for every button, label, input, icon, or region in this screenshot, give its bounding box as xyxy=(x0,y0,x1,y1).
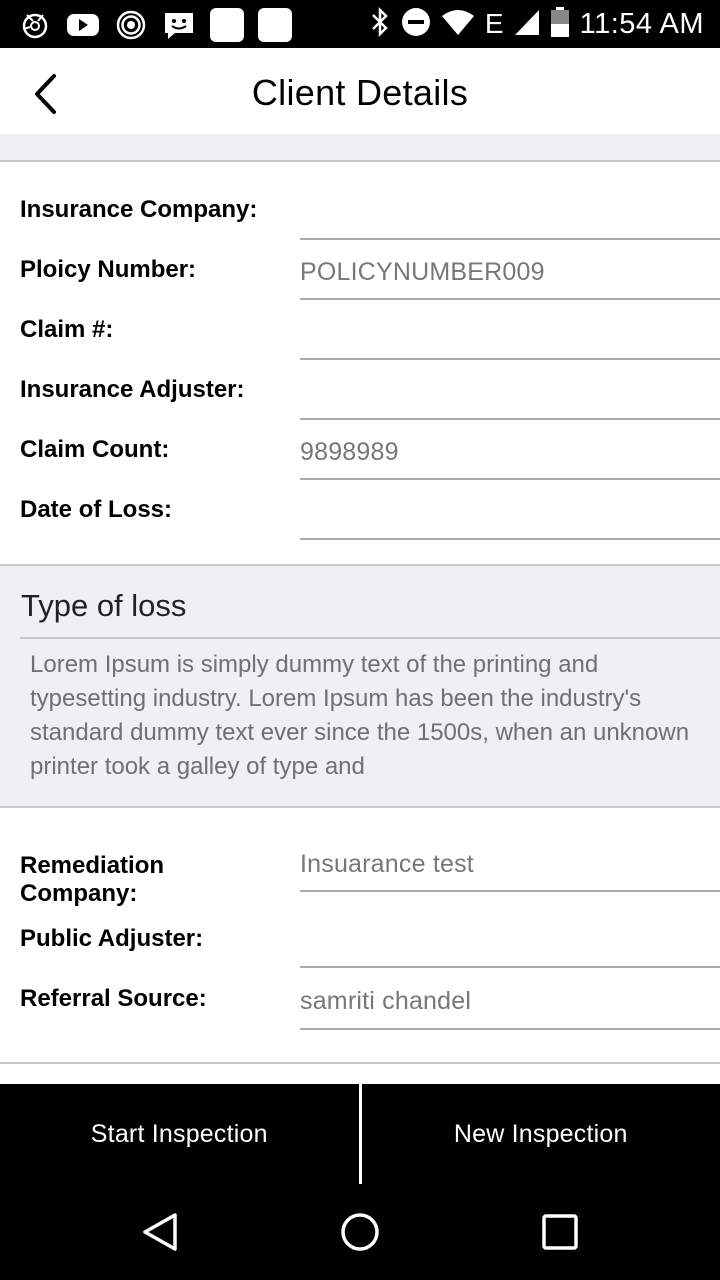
remediation-company-row: Remediation Company: Insuarance test xyxy=(0,832,720,907)
policy-number-row: Ploicy Number: POLICYNUMBER009 xyxy=(0,240,720,300)
clock: 11:54 AM xyxy=(579,7,704,40)
claim-count-label: Claim Count: xyxy=(20,436,170,463)
cell-signal-icon xyxy=(514,8,540,41)
start-inspection-button[interactable]: Start Inspection xyxy=(0,1084,359,1184)
bluetooth-icon xyxy=(369,6,391,42)
public-adjuster-label: Public Adjuster: xyxy=(20,925,204,952)
date-of-loss-field[interactable] xyxy=(300,480,720,540)
type-of-loss-text: Lorem Ipsum is simply dummy text of the … xyxy=(30,651,690,780)
message-face-icon xyxy=(162,9,196,41)
notification-icons xyxy=(18,8,292,42)
app-square-icon xyxy=(210,8,244,42)
signal-rings-icon xyxy=(114,9,148,41)
remediation-company-label: Remediation Company: xyxy=(20,852,165,907)
referral-source-label: Referral Source: xyxy=(20,985,207,1012)
insurance-adjuster-label: Insurance Adjuster: xyxy=(20,376,245,403)
insurance-company-row: Insurance Company: xyxy=(0,180,720,240)
nav-back-button[interactable] xyxy=(140,1212,180,1252)
nav-recents-button[interactable] xyxy=(540,1212,580,1252)
new-inspection-button[interactable]: New Inspection xyxy=(362,1084,720,1184)
claim-count-field[interactable]: 9898989 xyxy=(300,420,720,480)
system-icons: E 11:54 AM xyxy=(369,6,704,42)
insurance-company-label: Insurance Company: xyxy=(20,196,258,223)
youtube-icon xyxy=(66,9,100,41)
network-type: E xyxy=(484,8,504,39)
claim-number-field[interactable] xyxy=(300,300,720,360)
camera-shutter-icon xyxy=(18,9,52,41)
referral-source-field[interactable]: samriti chandel xyxy=(300,970,720,1030)
remediation-company-field[interactable]: Insuarance test xyxy=(300,832,720,892)
insurance-company-field[interactable] xyxy=(300,180,720,240)
status-bar: E 11:54 AM xyxy=(0,0,720,48)
referral-source-value: samriti chandel xyxy=(300,987,472,1015)
public-adjuster-row: Public Adjuster: xyxy=(0,910,720,970)
home-circle-icon xyxy=(341,1213,379,1251)
policy-number-label: Ploicy Number: xyxy=(20,256,197,283)
claim-count-value: 9898989 xyxy=(300,438,399,466)
date-of-loss-label: Date of Loss: xyxy=(20,496,173,523)
header-separator xyxy=(0,134,720,162)
claim-number-label: Claim #: xyxy=(20,316,114,343)
policy-number-field[interactable]: POLICYNUMBER009 xyxy=(300,240,720,300)
type-of-loss-divider xyxy=(20,637,720,639)
back-triangle-icon xyxy=(143,1213,177,1251)
remediation-company-value: Insuarance test xyxy=(300,850,474,878)
action-bar: Start Inspection New Inspection xyxy=(0,1084,720,1184)
claim-count-row: Claim Count: 9898989 xyxy=(0,420,720,480)
navigation-bar xyxy=(0,1184,720,1280)
app-square-icon xyxy=(258,8,292,42)
section-divider xyxy=(0,1062,720,1064)
public-adjuster-field[interactable] xyxy=(300,908,720,968)
battery-icon xyxy=(550,6,570,43)
referral-source-row: Referral Source: samriti chandel xyxy=(0,970,720,1030)
type-of-loss-title: Type of loss xyxy=(21,588,187,623)
recents-square-icon xyxy=(542,1214,578,1250)
app-bar: Client Details xyxy=(0,48,720,134)
wifi-icon xyxy=(441,8,475,41)
type-of-loss-section: Type of loss Lorem Ipsum is simply dummy… xyxy=(0,564,720,808)
nav-home-button[interactable] xyxy=(340,1212,380,1252)
claim-number-row: Claim #: xyxy=(0,300,720,360)
insurance-adjuster-row: Insurance Adjuster: xyxy=(0,360,720,420)
insurance-adjuster-field[interactable] xyxy=(300,360,720,420)
page-title: Client Details xyxy=(251,72,469,113)
do-not-disturb-icon xyxy=(401,7,431,42)
date-of-loss-row: Date of Loss: xyxy=(0,480,720,540)
policy-number-value: POLICYNUMBER009 xyxy=(300,258,545,286)
